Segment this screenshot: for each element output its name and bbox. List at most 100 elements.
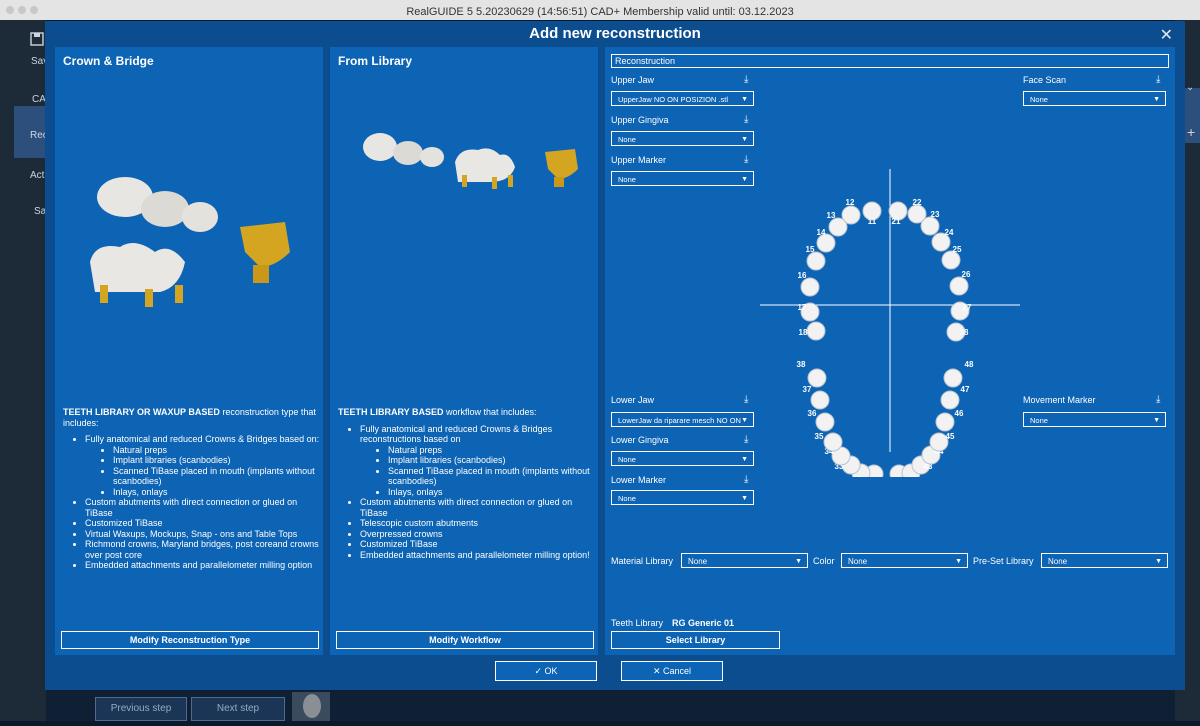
- plus-icon[interactable]: +: [1187, 124, 1195, 140]
- download-icon[interactable]: ⤓: [744, 114, 748, 125]
- reconstruction-header: Reconstruction: [611, 54, 1169, 68]
- preset-library-select[interactable]: None ▼: [1041, 553, 1168, 568]
- cancel-button[interactable]: ✕ Cancel: [621, 661, 723, 681]
- upper-tooth-13[interactable]: [828, 217, 848, 237]
- upper-tooth-23[interactable]: [920, 216, 940, 236]
- material-library-label: Material Library: [611, 556, 674, 566]
- lower-tooth-label-36: 36: [808, 409, 817, 418]
- lower-gingiva-value: None: [618, 455, 636, 464]
- crown-bridge-panel[interactable]: Crown & Bridge TEETH LIBRARY OR WAXUP BA…: [55, 47, 323, 655]
- lower-tooth-47[interactable]: [940, 390, 960, 410]
- from-library-title: From Library: [338, 54, 413, 68]
- window-zoom-dot[interactable]: [30, 6, 38, 14]
- upper-marker-label: Upper Marker: [611, 155, 667, 165]
- download-icon[interactable]: ⤓: [744, 474, 748, 485]
- list-item: Inlays, onlays: [388, 487, 596, 498]
- color-select[interactable]: None ▼: [841, 553, 968, 568]
- modify-reconstruction-type-button[interactable]: Modify Reconstruction Type: [61, 631, 319, 649]
- list-item: Telescopic custom abutments: [360, 518, 596, 529]
- sidebar-item-reconstruction[interactable]: Reco: [14, 106, 53, 158]
- lower-tooth-37[interactable]: [810, 390, 830, 410]
- list-item: Virtual Waxups, Mockups, Snap - ons and …: [85, 529, 321, 540]
- lower-tooth-label-47: 47: [961, 385, 970, 394]
- lower-jaw-select[interactable]: LowerJaw da riparare mesch NO ON ▼: [611, 412, 754, 427]
- modify-workflow-button[interactable]: Modify Workflow: [336, 631, 594, 649]
- download-icon[interactable]: ⤓: [744, 74, 748, 85]
- reconstruction-panel: Reconstruction Upper Jaw ⤓ UpperJaw NO O…: [605, 47, 1175, 561]
- upper-jaw-select[interactable]: UpperJaw NO ON POSIZION .stl ▼: [611, 91, 754, 106]
- dropdown-arrow-icon: ▼: [741, 96, 748, 103]
- dropdown-arrow-icon: ▼: [1153, 417, 1160, 424]
- upper-marker-value: None: [618, 175, 636, 184]
- upper-marker-select[interactable]: None ▼: [611, 171, 754, 186]
- lower-tooth-36[interactable]: [815, 412, 835, 432]
- dropdown-arrow-icon: ▼: [741, 176, 748, 183]
- face-scan-value: None: [1030, 95, 1048, 104]
- face-scan-label: Face Scan: [1023, 75, 1067, 85]
- window-minimize-dot[interactable]: [18, 6, 26, 14]
- download-icon[interactable]: ⤓: [1156, 74, 1160, 85]
- list-item: Natural preps: [113, 445, 321, 456]
- lower-jaw-value: LowerJaw da riparare mesch NO ON: [618, 416, 741, 425]
- list-item: Scanned TiBase placed in mouth (implants…: [113, 466, 321, 487]
- close-icon: ✕: [652, 666, 664, 676]
- upper-gingiva-select[interactable]: None ▼: [611, 131, 754, 146]
- color-value: None: [848, 557, 868, 566]
- upper-tooth-label-26: 26: [962, 270, 971, 279]
- crown-bridge-desc-bold: TEETH LIBRARY OR WAXUP BASED: [63, 407, 220, 417]
- list-item: Natural preps: [388, 445, 596, 456]
- lower-gingiva-label: Lower Gingiva: [611, 435, 669, 445]
- upper-tooth-label-21: 21: [892, 217, 901, 226]
- upper-tooth-26[interactable]: [949, 276, 969, 296]
- upper-gingiva-label: Upper Gingiva: [611, 115, 669, 125]
- download-icon[interactable]: ⤓: [744, 154, 748, 165]
- upper-tooth-label-23: 23: [931, 210, 940, 219]
- download-icon[interactable]: ⤓: [744, 434, 748, 445]
- next-step-button[interactable]: Next step: [191, 697, 285, 721]
- lower-gingiva-select[interactable]: None ▼: [611, 451, 754, 466]
- upper-tooth-label-15: 15: [806, 245, 815, 254]
- upper-tooth-label-14: 14: [817, 228, 826, 237]
- upper-tooth-15[interactable]: [806, 251, 826, 271]
- upper-tooth-label-28: 28: [960, 328, 969, 337]
- upper-tooth-18[interactable]: [806, 321, 826, 341]
- list-item: Inlays, onlays: [113, 487, 321, 498]
- dropdown-arrow-icon: ▼: [955, 558, 962, 565]
- list-item: Scanned TiBase placed in mouth (implants…: [388, 466, 596, 487]
- save-icon[interactable]: [30, 32, 44, 46]
- list-item: Customized TiBase: [360, 539, 596, 550]
- lower-tooth-label-32: 32: [853, 475, 862, 477]
- list-item: Implant libraries (scanbodies): [113, 455, 321, 466]
- lower-marker-select[interactable]: None ▼: [611, 490, 754, 505]
- upper-tooth-16[interactable]: [800, 277, 820, 297]
- material-library-select[interactable]: None ▼: [681, 553, 808, 568]
- list-item: Custom abutments with direct connection …: [85, 497, 321, 518]
- face-thumbnail: [292, 692, 330, 721]
- lower-tooth-48[interactable]: [943, 368, 963, 388]
- lower-tooth-35[interactable]: [823, 432, 843, 452]
- material-library-value: None: [688, 557, 708, 566]
- close-icon[interactable]: ✕: [1160, 25, 1173, 45]
- download-icon[interactable]: ⤓: [744, 394, 748, 405]
- window-close-dot[interactable]: [6, 6, 14, 14]
- ok-button[interactable]: ✓ OK: [495, 661, 597, 681]
- list-item: Custom abutments with direct connection …: [360, 497, 596, 518]
- previous-step-button[interactable]: Previous step: [95, 697, 187, 721]
- movement-marker-select[interactable]: None ▼: [1023, 412, 1166, 427]
- list-item: Fully anatomical and reduced Crowns & Br…: [360, 424, 596, 445]
- upper-tooth-label-11: 11: [868, 217, 877, 226]
- face-scan-select[interactable]: None ▼: [1023, 91, 1166, 106]
- dialog-title: Add new reconstruction: [529, 25, 701, 42]
- movement-marker-label: Movement Marker: [1023, 395, 1096, 405]
- upper-gingiva-value: None: [618, 135, 636, 144]
- lower-tooth-label-42: 42: [908, 475, 917, 477]
- from-library-panel[interactable]: From Library TEETH LIBRARY BASED workflo…: [330, 47, 598, 655]
- libraries-panel: Material Library None ▼ Color None ▼ Pre-S…: [605, 545, 1175, 655]
- lower-tooth-38[interactable]: [807, 368, 827, 388]
- chevron-down-icon[interactable]: ⌄: [1186, 82, 1194, 93]
- upper-tooth-label-22: 22: [913, 198, 922, 207]
- select-library-button[interactable]: Select Library: [611, 631, 780, 649]
- download-icon[interactable]: ⤓: [1156, 394, 1160, 405]
- lower-tooth-46[interactable]: [935, 412, 955, 432]
- tooth-chart[interactable]: 11121314151617182122232425262728 3132333…: [755, 147, 1025, 477]
